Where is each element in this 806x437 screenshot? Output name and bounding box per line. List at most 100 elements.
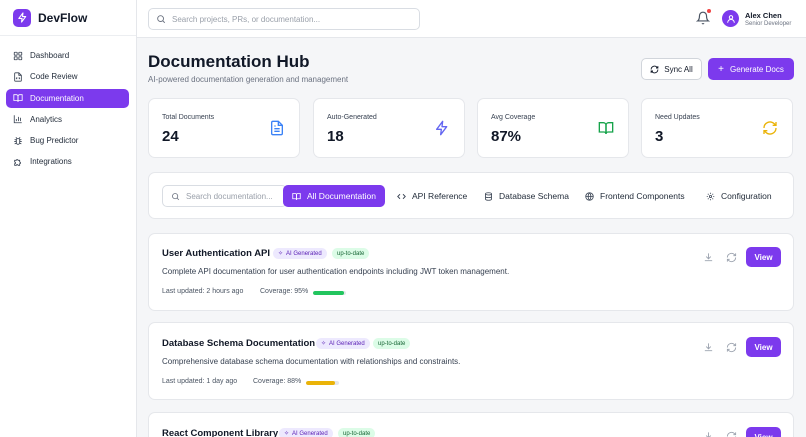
badge-label: AI Generated bbox=[292, 430, 328, 437]
view-button[interactable]: View bbox=[746, 337, 781, 357]
view-button[interactable]: View bbox=[746, 247, 781, 267]
tab-label: All Documentation bbox=[307, 191, 376, 201]
generate-docs-button[interactable]: + Generate Docs bbox=[708, 58, 794, 80]
status-badge: up-to-date bbox=[373, 338, 411, 349]
search-icon bbox=[171, 192, 180, 201]
database-icon bbox=[484, 191, 493, 201]
tab-label: API Reference bbox=[412, 191, 468, 201]
stat-value: 18 bbox=[327, 128, 344, 145]
stat-card-avg-coverage: Avg Coverage 87% bbox=[477, 98, 629, 158]
user-role: Senior Developer bbox=[745, 21, 792, 27]
file-code-icon bbox=[13, 72, 23, 82]
sidebar-item-documentation[interactable]: Documentation bbox=[6, 88, 129, 108]
sidebar-nav: Dashboard Code Review Documentation Anal… bbox=[6, 46, 129, 174]
global-search[interactable] bbox=[148, 8, 420, 30]
globe-icon bbox=[585, 191, 594, 201]
puzzle-icon bbox=[13, 157, 23, 167]
stat-label: Total Documents bbox=[162, 114, 215, 121]
lightning-logo-icon bbox=[13, 8, 31, 27]
sidebar-item-bug-predictor[interactable]: Bug Predictor bbox=[6, 131, 129, 150]
book-open-icon bbox=[598, 120, 614, 136]
avatar[interactable] bbox=[722, 10, 739, 27]
coverage-fill bbox=[306, 381, 336, 385]
user-icon bbox=[726, 14, 735, 23]
tab-database-schema[interactable]: Database Schema bbox=[484, 185, 569, 207]
refresh-icon[interactable] bbox=[726, 342, 737, 353]
brand[interactable]: DevFlow bbox=[0, 0, 136, 36]
zap-icon bbox=[434, 120, 450, 136]
doc-last-updated: Last updated: 2 hours ago bbox=[162, 288, 244, 295]
refresh-icon[interactable] bbox=[726, 252, 737, 263]
sidebar: DevFlow Dashboard Code Review Documentat… bbox=[0, 0, 137, 437]
bug-icon bbox=[13, 136, 23, 146]
bar-chart-icon bbox=[13, 114, 23, 124]
sidebar-item-dashboard[interactable]: Dashboard bbox=[6, 46, 129, 65]
sidebar-item-label: Bug Predictor bbox=[30, 136, 79, 146]
download-icon[interactable] bbox=[703, 342, 714, 353]
stat-label: Auto-Generated bbox=[327, 114, 377, 121]
sync-all-label: Sync All bbox=[664, 64, 693, 74]
ai-generated-badge: ✧ AI Generated bbox=[273, 248, 327, 259]
doc-card-database-schema-documentation: Database Schema Documentation ✧ AI Genera… bbox=[148, 322, 794, 400]
stat-label: Need Updates bbox=[655, 114, 700, 121]
view-button[interactable]: View bbox=[746, 427, 781, 437]
refresh-icon[interactable] bbox=[726, 431, 737, 437]
sync-all-button[interactable]: Sync All bbox=[641, 58, 702, 80]
sidebar-item-label: Analytics bbox=[30, 114, 63, 124]
sidebar-item-label: Integrations bbox=[30, 157, 72, 167]
sparkle-icon: ✧ bbox=[278, 251, 284, 257]
sidebar-item-label: Code Review bbox=[30, 72, 78, 82]
coverage-label: Coverage: 95% bbox=[260, 288, 309, 295]
download-icon[interactable] bbox=[703, 431, 714, 437]
filter-bar: All Documentation API Reference Database… bbox=[148, 172, 794, 219]
stat-value: 3 bbox=[655, 128, 664, 145]
stat-value: 24 bbox=[162, 128, 179, 145]
stat-card-total-documents: Total Documents 24 bbox=[148, 98, 300, 158]
settings-icon bbox=[706, 192, 715, 201]
sparkle-icon: ✧ bbox=[284, 431, 290, 437]
ai-generated-badge: ✧ AI Generated bbox=[316, 338, 370, 349]
sidebar-item-label: Dashboard bbox=[30, 51, 70, 60]
page-title: Documentation Hub bbox=[148, 52, 310, 71]
search-input[interactable] bbox=[172, 14, 419, 24]
badge-label: AI Generated bbox=[329, 340, 365, 347]
sparkle-icon: ✧ bbox=[321, 341, 327, 347]
doc-last-updated: Last updated: 1 day ago bbox=[162, 378, 238, 385]
doc-card-react-component-library: React Component Library ✧ AI Generated up… bbox=[148, 412, 794, 437]
doc-description: Complete API documentation for user auth… bbox=[162, 267, 510, 276]
status-badge: up-to-date bbox=[338, 428, 376, 437]
stat-card-auto-generated: Auto-Generated 18 bbox=[313, 98, 465, 158]
tab-api-reference[interactable]: API Reference bbox=[397, 185, 467, 207]
doc-description: Comprehensive database schema documentat… bbox=[162, 357, 461, 366]
coverage-bar bbox=[306, 381, 339, 385]
doc-search-input[interactable] bbox=[186, 191, 286, 201]
plus-icon: + bbox=[718, 63, 725, 75]
page-subtitle: AI-powered documentation generation and … bbox=[148, 75, 349, 84]
app-name: DevFlow bbox=[38, 10, 88, 25]
tab-all-documentation[interactable]: All Documentation bbox=[283, 185, 385, 207]
stat-value: 87% bbox=[491, 128, 522, 145]
stat-label: Avg Coverage bbox=[491, 114, 536, 121]
coverage-bar bbox=[313, 291, 346, 295]
bell-icon[interactable] bbox=[696, 9, 711, 25]
download-icon[interactable] bbox=[703, 252, 714, 263]
search-icon bbox=[156, 14, 166, 24]
tab-configuration[interactable]: Configuration bbox=[706, 185, 772, 207]
sidebar-item-integrations[interactable]: Integrations bbox=[6, 152, 129, 171]
notification-dot bbox=[707, 9, 711, 13]
generate-docs-label: Generate Docs bbox=[730, 64, 784, 74]
doc-search[interactable] bbox=[162, 185, 287, 207]
coverage-fill bbox=[313, 291, 345, 295]
sidebar-item-code-review[interactable]: Code Review bbox=[6, 67, 129, 86]
tab-label: Frontend Components bbox=[600, 191, 685, 201]
code-icon bbox=[397, 192, 406, 201]
doc-title: React Component Library bbox=[162, 428, 279, 437]
refresh-icon bbox=[762, 120, 778, 136]
tab-label: Database Schema bbox=[499, 191, 569, 201]
sidebar-item-label: Documentation bbox=[30, 93, 84, 103]
sidebar-item-analytics[interactable]: Analytics bbox=[6, 110, 129, 129]
tab-frontend-components[interactable]: Frontend Components bbox=[585, 185, 685, 207]
stat-card-need-updates: Need Updates 3 bbox=[641, 98, 793, 158]
coverage-label: Coverage: 88% bbox=[253, 378, 302, 385]
user-name: Alex Chen bbox=[745, 11, 782, 20]
